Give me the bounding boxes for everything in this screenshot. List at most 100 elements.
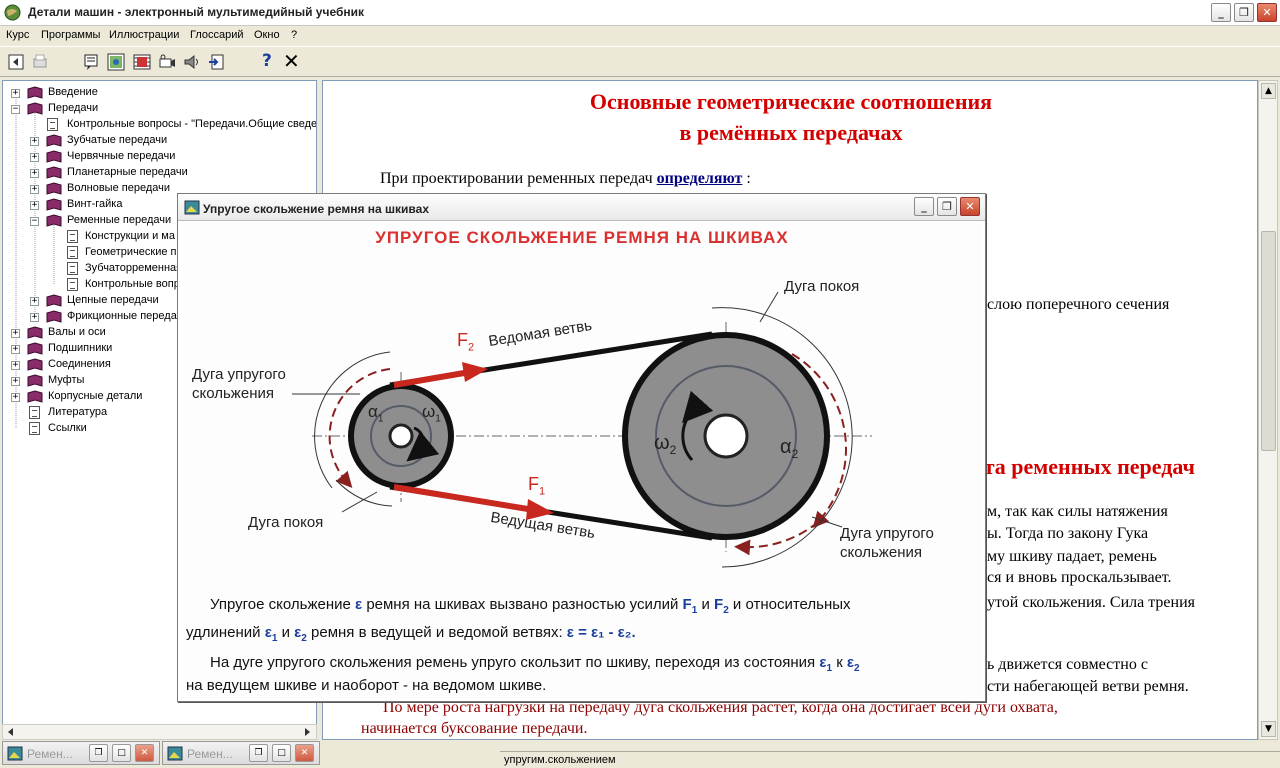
label-omega2: ω2 xyxy=(654,432,677,457)
para-fragment-3: му шкиву падает, ремень xyxy=(987,548,1157,565)
maximize-button[interactable]: ❐ xyxy=(1234,3,1254,22)
scroll-right-icon[interactable] xyxy=(301,726,314,738)
caption-line-1: Упругое скольжение ε ремня на шкивах выз… xyxy=(210,596,851,616)
book-icon xyxy=(46,310,62,323)
maximize-button[interactable]: □ xyxy=(112,744,131,762)
camera-icon[interactable] xyxy=(158,53,176,71)
scroll-left-icon[interactable] xyxy=(4,726,17,738)
label-slip-arc-left-1: Дуга упругого xyxy=(192,366,286,383)
restore-button[interactable]: ❐ xyxy=(249,744,268,762)
close-button[interactable]: ✕ xyxy=(295,744,314,762)
image-icon[interactable] xyxy=(107,53,125,71)
tree-item-intro[interactable]: + Введение xyxy=(11,85,311,101)
notes-icon[interactable] xyxy=(82,53,100,71)
heading2-fragment: ота ременных передач xyxy=(973,454,1195,479)
para-skidding: начинается буксование передачи. xyxy=(361,720,588,737)
popup-maximize-button[interactable]: ❐ xyxy=(937,197,957,216)
para-fragment-2: ы. Тогда по закону Гука xyxy=(987,525,1149,542)
export-icon[interactable] xyxy=(207,53,225,71)
popup-minimize-button[interactable]: _ xyxy=(914,197,934,216)
popup-close-button[interactable]: ✕ xyxy=(960,197,980,216)
illustration-title-bar[interactable]: Упругое скольжение ремня на шкивах _ ❐ ✕ xyxy=(178,194,985,221)
tree-horizontal-scrollbar[interactable] xyxy=(2,724,317,740)
illustration-window: Упругое скольжение ремня на шкивах _ ❐ ✕… xyxy=(177,193,986,702)
caption-line-3: На дуге упругого скольжения ремень упруг… xyxy=(210,654,860,674)
book-icon xyxy=(27,326,43,339)
document-icon xyxy=(29,422,40,435)
page-title-line1: Основные геометрические соотношения xyxy=(589,89,993,114)
book-icon xyxy=(46,150,62,163)
scroll-thumb[interactable] xyxy=(1261,231,1276,451)
label-f2: F2 xyxy=(457,330,475,354)
close-button[interactable]: ✕ xyxy=(135,744,154,762)
tree-item-control-questions[interactable]: Контрольные вопросы - "Передачи.Общие св… xyxy=(47,117,316,133)
book-icon xyxy=(27,390,43,403)
menu-programs[interactable]: Программы xyxy=(41,29,100,41)
menu-help[interactable]: ? xyxy=(291,29,297,41)
label-alpha1: α1 xyxy=(368,402,384,425)
label-omega1: ω1 xyxy=(422,402,441,425)
tree-item-planetary[interactable]: + Планетарные передачи xyxy=(30,165,310,181)
scroll-down-icon[interactable]: ▼ xyxy=(1261,721,1276,737)
window-title: Детали машин - электронный мультимедийны… xyxy=(28,5,365,19)
label-rest-arc-right: Дуга покоя xyxy=(784,278,860,295)
video-icon[interactable] xyxy=(133,53,151,71)
document-icon xyxy=(47,118,58,131)
page-title-line2: в ремённых передачах xyxy=(679,120,903,145)
book-icon xyxy=(46,214,62,227)
menu-course[interactable]: Курс xyxy=(6,29,29,41)
picture-icon xyxy=(184,200,200,215)
caption-line-2: удлинений ε1 и ε2 ремня в ведущей и ведо… xyxy=(186,624,636,644)
label-slip-arc-right-1: Дуга упругого xyxy=(840,525,934,542)
book-icon xyxy=(27,374,43,387)
picture-icon xyxy=(167,746,183,761)
restore-button[interactable]: ❐ xyxy=(89,744,108,762)
toolbar: ? ✕ xyxy=(0,46,1280,77)
book-icon xyxy=(46,198,62,211)
minimized-window-title: Ремен... xyxy=(27,747,73,761)
determine-link[interactable]: определяют xyxy=(657,170,743,187)
minimized-window-2[interactable]: Ремен... ❐ □ ✕ xyxy=(162,741,320,765)
book-icon xyxy=(27,86,43,99)
close-button[interactable]: ✕ xyxy=(1257,3,1277,22)
document-icon xyxy=(67,262,78,275)
help-icon[interactable]: ? xyxy=(262,51,280,71)
scroll-up-icon[interactable]: ▲ xyxy=(1261,83,1276,99)
intro-paragraph: При проектировании ременных передач опре… xyxy=(380,170,751,187)
document-icon xyxy=(67,230,78,243)
tree-item-worm[interactable]: + Червячные передачи xyxy=(30,149,310,165)
minimize-button[interactable]: _ xyxy=(1211,3,1231,22)
exit-icon[interactable]: ✕ xyxy=(283,49,301,73)
menu-illustrations[interactable]: Иллюстрации xyxy=(109,29,179,41)
label-f1: F1 xyxy=(528,474,546,498)
label-rest-arc-left: Дуга покоя xyxy=(248,514,324,531)
tree-item-transmissions[interactable]: − Передачи xyxy=(11,101,311,117)
back-icon[interactable] xyxy=(7,53,25,71)
minimized-window-1[interactable]: Ремен... ❐ □ ✕ xyxy=(2,741,160,765)
belt-slip-illustration: УПРУГОЕ СКОЛЬЖЕНИЕ РЕМНЯ НА ШКИВАХ Дуга … xyxy=(182,222,982,698)
menu-bar: Курс Программы Иллюстрации Глоссарий Окн… xyxy=(0,26,1280,46)
para-fragment-7: сти набегающей ветви ремня. xyxy=(987,678,1189,695)
caption-line-4: на ведущем шкиве и наоборот - на ведомом… xyxy=(186,677,547,694)
maximize-button[interactable]: □ xyxy=(272,744,291,762)
document-icon xyxy=(67,278,78,291)
title-bar: Детали машин - электронный мультимедийны… xyxy=(0,0,1280,26)
print-icon[interactable] xyxy=(31,53,49,71)
content-vertical-scrollbar[interactable]: ▲ ▼ xyxy=(1258,80,1278,740)
app-globe-icon xyxy=(4,4,21,21)
picture-icon xyxy=(7,746,23,761)
tree-item-gears[interactable]: + Зубчатые передачи xyxy=(30,133,310,149)
book-icon xyxy=(46,134,62,147)
menu-window[interactable]: Окно xyxy=(254,29,280,41)
app-window: Детали машин - электронный мультимедийны… xyxy=(0,0,1280,768)
book-icon xyxy=(27,102,43,115)
para-fragment-4: ся и вновь проскальзывает. xyxy=(987,569,1172,586)
book-icon xyxy=(46,182,62,195)
document-icon xyxy=(29,406,40,419)
sound-icon[interactable] xyxy=(183,53,201,71)
para-fragment-5: утой скольжения. Сила трения xyxy=(987,594,1195,611)
menu-glossary[interactable]: Глоссарий xyxy=(190,29,244,41)
minimized-window-title: Ремен... xyxy=(187,747,233,761)
label-alpha2: α2 xyxy=(780,436,799,461)
label-slip-arc-left-2: скольжения xyxy=(192,385,274,402)
